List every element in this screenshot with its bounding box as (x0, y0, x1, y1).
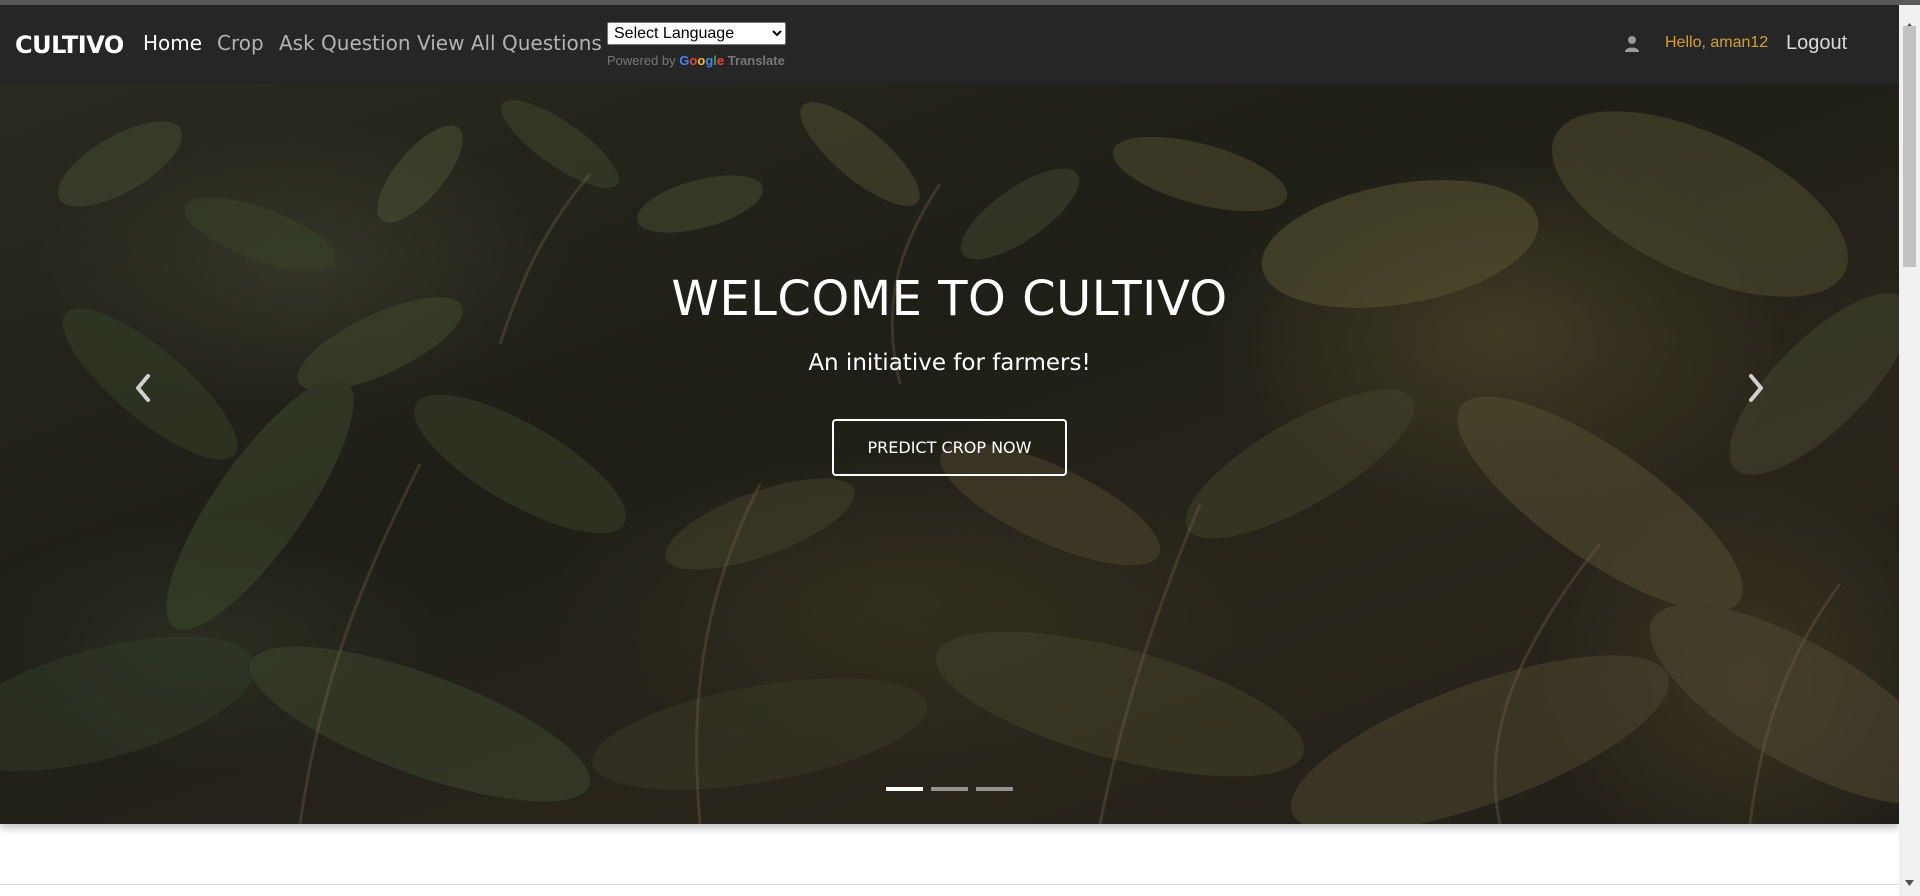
navbar: CULTIVO Home Crop Ask Question View All … (0, 5, 1899, 84)
carousel-indicator-3[interactable] (976, 787, 1013, 791)
chevron-left-icon[interactable] (128, 368, 158, 408)
hero-subtitle: An initiative for farmers! (808, 350, 1091, 376)
hero-title: WELCOME TO CULTIVO (671, 271, 1228, 327)
scroll-down-arrow-icon[interactable] (1899, 880, 1920, 890)
logout-link[interactable]: Logout (1786, 32, 1847, 55)
nav-link-home[interactable]: Home (143, 31, 202, 55)
hero-carousel: WELCOME TO CULTIVO An initiative for far… (0, 84, 1899, 824)
nav-link-ask-question[interactable]: Ask Question (279, 31, 411, 55)
nav-link-crop[interactable]: Crop (217, 31, 264, 55)
google-translate-attribution: Powered by Google Translate (607, 53, 785, 68)
carousel-indicator-2[interactable] (931, 787, 968, 791)
section-divider (0, 884, 1899, 885)
language-select[interactable]: Select Language (607, 22, 786, 45)
user-icon (1625, 36, 1639, 52)
page-scrollbar[interactable] (1899, 5, 1920, 896)
scrollbar-thumb[interactable] (1903, 26, 1916, 267)
translate-label: Translate (727, 53, 785, 68)
nav-link-view-all-questions[interactable]: View All Questions (417, 31, 602, 55)
carousel-indicators (886, 787, 1013, 791)
user-greeting: Hello, aman12 (1665, 34, 1769, 51)
google-logo[interactable]: Google (679, 53, 724, 68)
brand-logo[interactable]: CULTIVO (15, 31, 124, 59)
predict-crop-button[interactable]: PREDICT CROP NOW (832, 419, 1067, 476)
carousel-indicator-1[interactable] (886, 787, 923, 791)
chevron-right-icon[interactable] (1741, 368, 1771, 408)
powered-by-label: Powered by (607, 53, 676, 68)
